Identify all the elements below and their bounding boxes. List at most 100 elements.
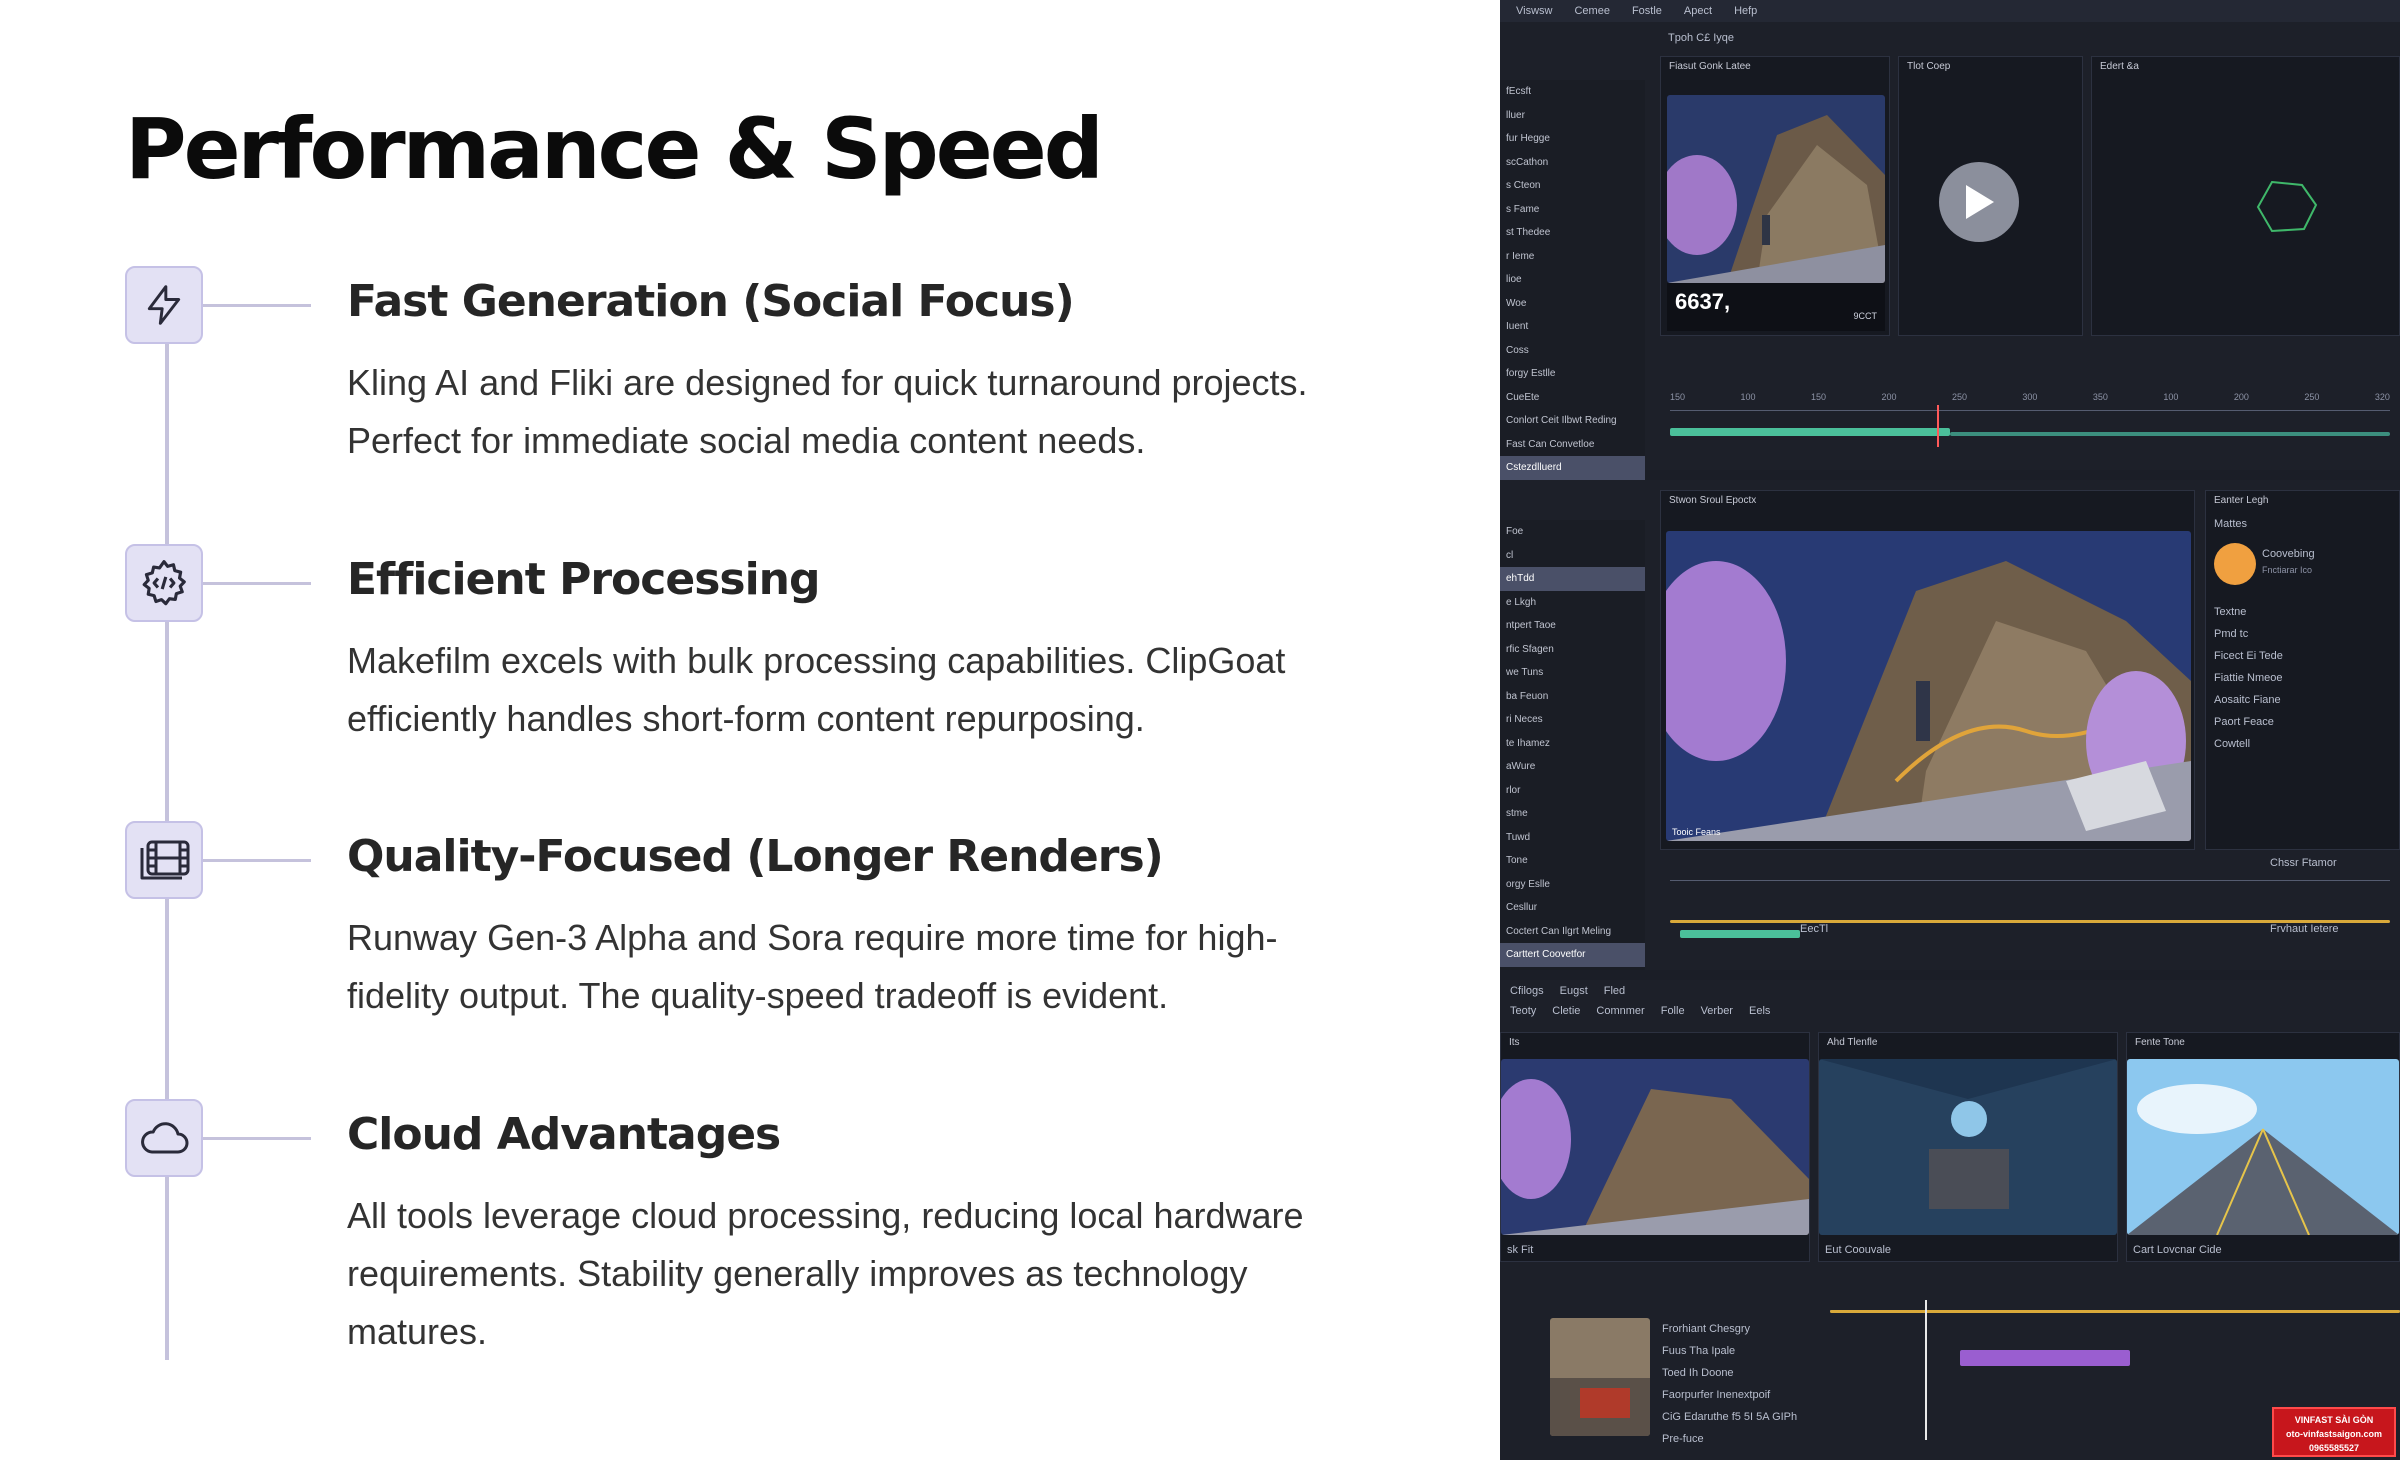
sidebar-item[interactable]: Carttert Coovetfor (1500, 943, 1645, 967)
toolbar-item[interactable]: Teoty (1510, 1000, 1536, 1022)
sidebar-item[interactable]: scCathon (1500, 151, 1645, 175)
list-item[interactable]: CiG Edaruthe f5 5I 5A GIPh (1662, 1406, 1797, 1428)
toolbar-item[interactable]: Verber (1701, 1000, 1733, 1022)
sidebar-item[interactable]: Woe (1500, 292, 1645, 316)
clip-caption: Tooic Feans (1672, 827, 1721, 837)
menu-item[interactable]: Fostle (1632, 0, 1662, 22)
clip-label: EecTl (1800, 923, 1829, 935)
timeline-connector (203, 859, 311, 862)
sidebar-item[interactable]: Iuent (1500, 315, 1645, 339)
property-item[interactable]: Aosaitc Fiane (2214, 689, 2283, 711)
timeline-connector (203, 304, 311, 307)
film-icon (125, 821, 203, 899)
sidebar-item[interactable]: Cstezdlluerd (1500, 456, 1645, 480)
sidebar-item[interactable]: st Thedee (1500, 221, 1645, 245)
menu-item[interactable]: Fled (1604, 980, 1625, 1002)
sidebar-item[interactable]: Fast Can Convetloe (1500, 433, 1645, 457)
tool-label[interactable]: Chssr Ftamor (2270, 852, 2337, 874)
sidebar-item[interactable]: fEcsft (1500, 80, 1645, 104)
property-list: Textne Pmd tc Ficect Ei Tede Fiattie Nme… (2214, 601, 2283, 755)
tab-label[interactable]: Tpoh C£ Iyqe (1668, 27, 1734, 49)
menu-item[interactable]: Cfilogs (1510, 980, 1544, 1002)
sidebar-item[interactable]: Foe (1500, 520, 1645, 544)
sidebar-item[interactable]: Coctert Can Ilgrt Meling (1500, 920, 1645, 944)
sidebar-item[interactable]: Tone (1500, 849, 1645, 873)
sidebar-item[interactable]: rfic Sfagen (1500, 638, 1645, 662)
sidebar-item[interactable]: cl (1500, 544, 1645, 568)
video-track-clip[interactable] (1680, 930, 1800, 938)
sidebar-item[interactable]: lioe (1500, 268, 1645, 292)
sidebar-item[interactable]: Coss (1500, 339, 1645, 363)
menu-item[interactable]: Hefp (1734, 0, 1757, 22)
menu-item[interactable]: Viswsw (1516, 0, 1552, 22)
sidebar-item[interactable]: s Cteon (1500, 174, 1645, 198)
toolbar-item[interactable]: Cletie (1552, 1000, 1580, 1022)
property-item[interactable]: Ficect Ei Tede (2214, 645, 2283, 667)
list-item[interactable]: Pre-fuce (1662, 1428, 1797, 1450)
sidebar-item[interactable]: ehTdd (1500, 567, 1645, 591)
preview-badge: 9CCT (1853, 311, 1877, 321)
sidebar-item[interactable]: s Fame (1500, 198, 1645, 222)
property-item[interactable]: Fiattie Nmeoe (2214, 667, 2283, 689)
lightning-icon (125, 266, 203, 344)
list-item[interactable]: Fuus Tha Ipale (1662, 1340, 1797, 1362)
sidebar-item[interactable]: lluer (1500, 104, 1645, 128)
feature-description: Runway Gen-3 Alpha and Sora require more… (347, 917, 1278, 1016)
menu-item[interactable]: Apect (1684, 0, 1712, 22)
media-thumbnail[interactable] (1550, 1318, 1650, 1436)
code-gear-icon (125, 544, 203, 622)
pane-footer: sk Fit (1507, 1244, 1534, 1256)
sidebar-item[interactable]: aWure (1500, 755, 1645, 779)
pane-title: Tlot Coep (1907, 61, 1951, 72)
sidebar-item[interactable]: we Tuns (1500, 661, 1645, 685)
property-item[interactable]: Pmd tc (2214, 623, 2283, 645)
sidebar-item[interactable]: ba Feuon (1500, 685, 1645, 709)
playhead[interactable] (1937, 405, 1939, 447)
sidebar-item[interactable]: CueEte (1500, 386, 1645, 410)
preview-counter: 6637, (1675, 289, 1731, 314)
sidebar-item[interactable]: forgy Estlle (1500, 362, 1645, 386)
sidebar-item[interactable]: Tuwd (1500, 826, 1645, 850)
sidebar-item[interactable]: fur Hegge (1500, 127, 1645, 151)
toolbar-item[interactable]: Eels (1749, 1000, 1770, 1022)
sidebar-item[interactable]: rlor (1500, 779, 1645, 803)
sidebar-item[interactable]: Conlort Ceit Ilbwt Reding (1500, 409, 1645, 433)
toolbar-item[interactable]: Comnmer (1596, 1000, 1644, 1022)
menu-item[interactable]: Cemee (1574, 0, 1609, 22)
sidebar-item[interactable]: stme (1500, 802, 1645, 826)
menu-item[interactable]: Eugst (1560, 980, 1588, 1002)
list-title: Frorhiant Chesgry (1662, 1323, 1751, 1335)
avatar (2214, 543, 2256, 585)
toolbar-item[interactable]: Folle (1661, 1000, 1685, 1022)
sidebar-item[interactable]: ri Neces (1500, 708, 1645, 732)
editor-panel-bottom: Cfilogs Eugst Fled Teoty Cletie Comnmer … (1500, 980, 2400, 1460)
property-item[interactable]: Cowtell (2214, 733, 2283, 755)
list-item[interactable]: Faorpurfer Inenextpoif (1662, 1384, 1797, 1406)
video-track-clip[interactable] (1670, 428, 1950, 436)
audio-waveform-clip[interactable] (1960, 1350, 2130, 1366)
media-sidebar: Foe cl ehTdd e Lkgh ntpert Taoe rfic Sfa… (1500, 520, 1645, 970)
sidebar-item[interactable]: ntpert Taoe (1500, 614, 1645, 638)
effects-pane: Edert &a (2091, 56, 2400, 336)
properties-pane: Eanter Legh Mattes Coovebing Fnctiarar I… (2205, 490, 2400, 850)
property-item[interactable]: Textne (2214, 601, 2283, 623)
sidebar-item[interactable]: te Ihamez (1500, 732, 1645, 756)
editor-panel-middle: Foe cl ehTdd e Lkgh ntpert Taoe rfic Sfa… (1500, 480, 2400, 970)
pane-title: Ahd Tlenfle (1827, 1037, 1878, 1048)
preview-info-bar: 6637, 9CCT (1667, 283, 1885, 331)
list-item[interactable]: Toed Ih Doone (1662, 1362, 1797, 1384)
audio-track-clip[interactable] (1950, 432, 2390, 436)
scene-thumbnail (1819, 1059, 2117, 1235)
sidebar-item[interactable]: Cesllur (1500, 896, 1645, 920)
clip-pane: Ahd Tlenfle Eut Coouvale (1818, 1032, 2118, 1262)
pane-title: Fente Tone (2135, 1037, 2185, 1048)
editor-screenshot: Viswsw Cemee Fostle Apect Hefp Tpoh C£ I… (1500, 0, 2400, 1460)
playhead[interactable] (1925, 1300, 1927, 1440)
property-item[interactable]: Paort Feace (2214, 711, 2283, 733)
play-icon[interactable] (1939, 162, 2019, 242)
sidebar-item[interactable]: orgy Eslle (1500, 873, 1645, 897)
sidebar-item[interactable]: r Ieme (1500, 245, 1645, 269)
sidebar-item[interactable]: e Lkgh (1500, 591, 1645, 615)
feature-title: Efficient Processing (347, 554, 820, 605)
feature-description: Kling AI and Fliki are designed for quic… (347, 362, 1308, 461)
